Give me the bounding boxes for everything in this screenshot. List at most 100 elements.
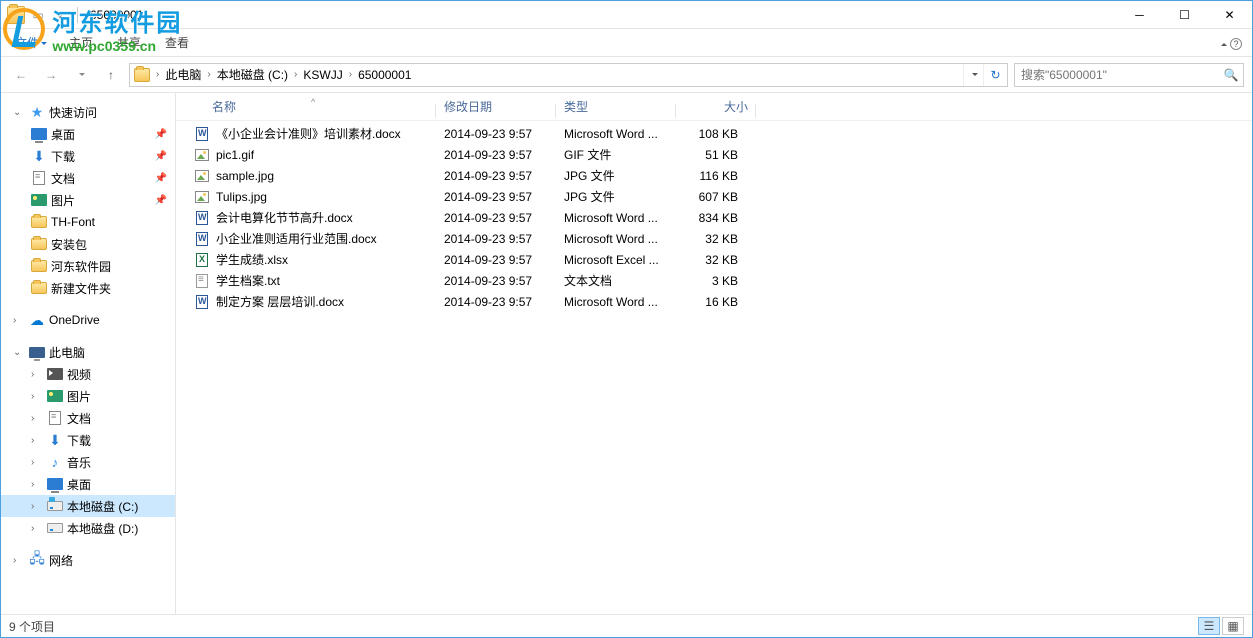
- tree-item[interactable]: › 视频: [1, 363, 175, 385]
- pc-icon: [29, 344, 45, 360]
- recent-locations-button[interactable]: [69, 63, 93, 87]
- column-type[interactable]: 类型: [556, 98, 676, 115]
- tab-home[interactable]: 主页: [57, 30, 105, 55]
- file-row[interactable]: 《小企业会计准则》培训素材.docx2014-09-23 9:57Microso…: [176, 123, 1252, 144]
- chevron-right-icon[interactable]: ›: [154, 69, 161, 80]
- tree-item[interactable]: TH-Font: [1, 211, 175, 233]
- text-file-icon: [194, 273, 210, 289]
- close-button[interactable]: ✕: [1207, 1, 1252, 29]
- file-size: 108 KB: [676, 127, 756, 141]
- expand-icon[interactable]: ›: [31, 523, 43, 534]
- up-button[interactable]: ↑: [99, 63, 123, 87]
- refresh-button[interactable]: ↻: [983, 64, 1007, 86]
- tree-item[interactable]: ›本地磁盘 (D:): [1, 517, 175, 539]
- tree-item[interactable]: 河东软件园: [1, 255, 175, 277]
- address-bar[interactable]: › 此电脑 › 本地磁盘 (C:) › KSWJJ › 65000001 ↻: [129, 63, 1008, 87]
- tree-item[interactable]: 文档📌: [1, 167, 175, 189]
- file-type: JPG 文件: [556, 167, 676, 184]
- app-menu-icon[interactable]: [7, 6, 25, 24]
- minimize-button[interactable]: ─: [1117, 1, 1162, 29]
- expand-icon[interactable]: ›: [31, 369, 43, 380]
- tab-share[interactable]: 共享: [105, 30, 153, 55]
- separator: [77, 7, 78, 23]
- qat-properties-icon[interactable]: ▭: [29, 6, 47, 24]
- pictures-icon: [31, 192, 47, 208]
- expand-icon[interactable]: ›: [31, 457, 43, 468]
- document-icon: [31, 170, 47, 186]
- icons-view-button[interactable]: ▦: [1222, 617, 1244, 635]
- qat-newfolder-icon[interactable]: ▾: [51, 6, 69, 24]
- breadcrumb-item[interactable]: 65000001: [354, 68, 415, 82]
- breadcrumb-item[interactable]: KSWJJ: [299, 68, 346, 82]
- tree-label: 网络: [49, 552, 73, 569]
- tree-label: 快速访问: [49, 104, 97, 121]
- tree-item[interactable]: ›文档: [1, 407, 175, 429]
- file-tab[interactable]: 文件: [5, 30, 57, 55]
- document-icon: [47, 410, 63, 426]
- tree-item[interactable]: ›图片: [1, 385, 175, 407]
- file-name: sample.jpg: [216, 169, 274, 183]
- search-box[interactable]: 🔍: [1014, 63, 1244, 87]
- tree-label: 视频: [67, 366, 91, 383]
- tree-onedrive[interactable]: › ☁ OneDrive: [1, 309, 175, 331]
- file-name: 制定方案 层层培训.docx: [216, 293, 344, 310]
- tree-item[interactable]: 图片📌: [1, 189, 175, 211]
- breadcrumb-item[interactable]: 此电脑: [161, 66, 205, 83]
- forward-button[interactable]: →: [39, 63, 63, 87]
- expand-icon[interactable]: ›: [31, 413, 43, 424]
- video-icon: [47, 366, 63, 382]
- expand-icon[interactable]: ›: [31, 501, 43, 512]
- tree-item[interactable]: ›⬇下载: [1, 429, 175, 451]
- tree-item[interactable]: ›本地磁盘 (C:): [1, 495, 175, 517]
- window-title: 65000001: [90, 8, 143, 22]
- file-row[interactable]: 小企业准则适用行业范围.docx2014-09-23 9:57Microsoft…: [176, 228, 1252, 249]
- expand-icon[interactable]: ›: [31, 391, 43, 402]
- breadcrumb-item[interactable]: 本地磁盘 (C:): [213, 66, 292, 83]
- file-row[interactable]: 学生档案.txt2014-09-23 9:57文本文档3 KB: [176, 270, 1252, 291]
- search-input[interactable]: [1015, 68, 1219, 82]
- column-size[interactable]: 大小: [676, 98, 756, 115]
- file-date: 2014-09-23 9:57: [436, 127, 556, 141]
- expand-icon[interactable]: ›: [13, 555, 25, 566]
- expand-icon[interactable]: ›: [31, 435, 43, 446]
- file-type: JPG 文件: [556, 188, 676, 205]
- column-date[interactable]: 修改日期: [436, 98, 556, 115]
- expand-icon[interactable]: ›: [31, 479, 43, 490]
- expand-icon[interactable]: ⌄: [13, 347, 25, 358]
- pictures-icon: [47, 388, 63, 404]
- expand-icon[interactable]: ⌄: [13, 107, 25, 118]
- tree-item[interactable]: 安装包: [1, 233, 175, 255]
- file-row[interactable]: 会计电算化节节高升.docx2014-09-23 9:57Microsoft W…: [176, 207, 1252, 228]
- tree-item[interactable]: 新建文件夹: [1, 277, 175, 299]
- expand-ribbon-button[interactable]: ?: [1219, 36, 1242, 50]
- expand-icon[interactable]: ›: [13, 315, 25, 326]
- tree-item[interactable]: ›♪音乐: [1, 451, 175, 473]
- tree-label: 安装包: [51, 236, 87, 253]
- tree-item[interactable]: 桌面📌: [1, 123, 175, 145]
- desktop-icon: [31, 126, 47, 142]
- chevron-right-icon[interactable]: ›: [347, 69, 354, 80]
- file-row[interactable]: sample.jpg2014-09-23 9:57JPG 文件116 KB: [176, 165, 1252, 186]
- pin-icon: 📌: [155, 151, 167, 162]
- search-icon[interactable]: 🔍: [1219, 68, 1243, 82]
- file-type: Microsoft Word ...: [556, 232, 676, 246]
- maximize-button[interactable]: ☐: [1162, 1, 1207, 29]
- file-row[interactable]: 学生成绩.xlsx2014-09-23 9:57Microsoft Excel …: [176, 249, 1252, 270]
- back-button[interactable]: ←: [9, 63, 33, 87]
- tree-quick-access[interactable]: ⌄ ★ 快速访问: [1, 101, 175, 123]
- file-row[interactable]: pic1.gif2014-09-23 9:57GIF 文件51 KB: [176, 144, 1252, 165]
- details-view-button[interactable]: ☰: [1198, 617, 1220, 635]
- folder-icon: [31, 214, 47, 230]
- tab-view[interactable]: 查看: [153, 30, 201, 55]
- tree-item[interactable]: ›桌面: [1, 473, 175, 495]
- chevron-right-icon[interactable]: ›: [205, 69, 212, 80]
- column-name[interactable]: 名称^: [186, 98, 436, 115]
- address-dropdown-button[interactable]: [963, 64, 983, 86]
- tree-item[interactable]: ⬇下载📌: [1, 145, 175, 167]
- chevron-right-icon[interactable]: ›: [292, 69, 299, 80]
- file-row[interactable]: 制定方案 层层培训.docx2014-09-23 9:57Microsoft W…: [176, 291, 1252, 312]
- file-name: Tulips.jpg: [216, 190, 267, 204]
- tree-network[interactable]: › 🖧 网络: [1, 549, 175, 571]
- tree-this-pc[interactable]: ⌄ 此电脑: [1, 341, 175, 363]
- file-row[interactable]: Tulips.jpg2014-09-23 9:57JPG 文件607 KB: [176, 186, 1252, 207]
